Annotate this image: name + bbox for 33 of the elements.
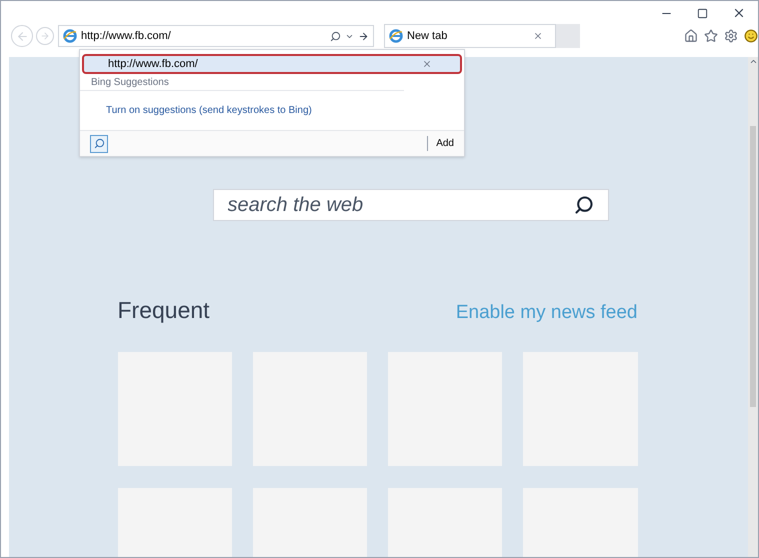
scrollbar[interactable] — [748, 57, 758, 557]
search-icon[interactable] — [574, 195, 594, 215]
site-tile[interactable] — [523, 352, 638, 466]
suggestion-item[interactable]: http://www.fb.com/ — [82, 54, 462, 74]
search-icon[interactable] — [330, 30, 341, 42]
favorites-icon[interactable] — [704, 29, 718, 43]
close-icon[interactable] — [732, 6, 746, 20]
web-search-field[interactable]: search the web — [212, 189, 608, 221]
section-label: Bing Suggestions — [80, 75, 404, 91]
back-arrow-icon — [16, 30, 28, 42]
address-bar[interactable]: http://www.fb.com/ — [58, 25, 374, 47]
home-icon[interactable] — [684, 29, 698, 43]
site-tile[interactable] — [388, 352, 502, 466]
maximize-icon[interactable] — [697, 8, 708, 18]
search-input[interactable]: search the web — [228, 190, 574, 220]
forward-arrow-icon — [40, 31, 50, 41]
browser-logo-icon — [63, 29, 77, 43]
settings-icon[interactable] — [724, 29, 738, 43]
search-provider-button[interactable] — [90, 134, 108, 152]
close-tab-icon[interactable] — [533, 31, 543, 41]
address-field[interactable]: http://www.fb.com/ — [81, 28, 326, 44]
search-icon — [94, 138, 104, 149]
add-button[interactable]: Add — [427, 136, 454, 151]
turn-on-suggestions-link[interactable]: Turn on suggestions (send keystrokes to Bing) — [80, 103, 464, 118]
browser-logo-icon — [389, 29, 403, 43]
site-tile[interactable] — [118, 352, 232, 466]
scroll-up-icon[interactable] — [748, 57, 758, 66]
frequent-heading: Frequent — [118, 296, 210, 325]
site-tile[interactable] — [252, 352, 367, 466]
remove-icon[interactable] — [422, 59, 432, 69]
smiley-icon[interactable] — [744, 29, 758, 43]
go-icon[interactable] — [358, 30, 369, 42]
browser-tab[interactable]: New tab — [384, 24, 556, 48]
